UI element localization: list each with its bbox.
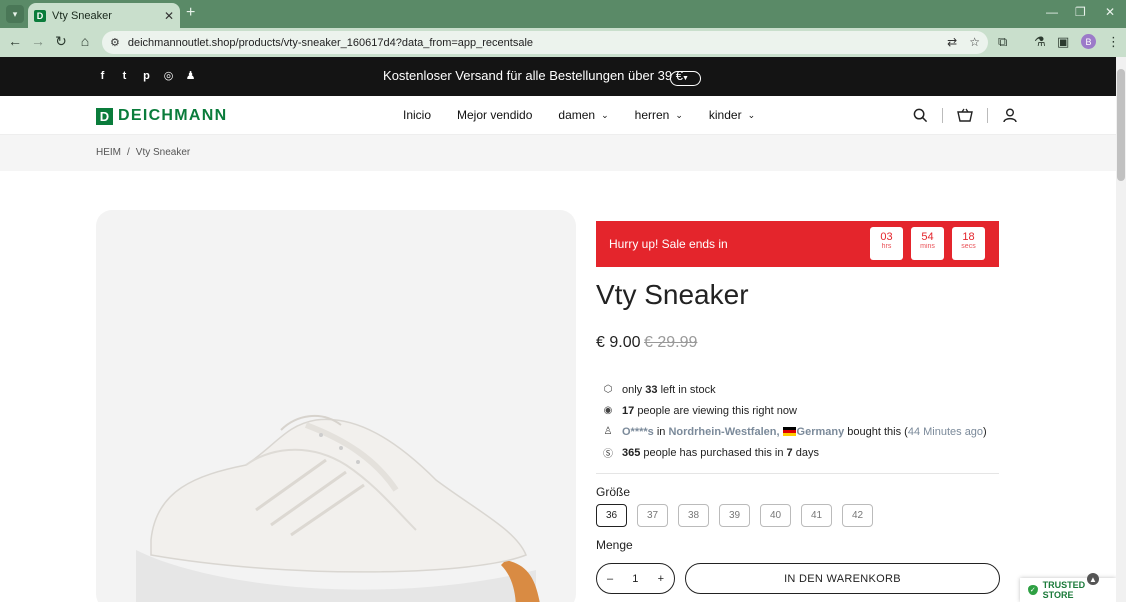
size-selector: 36 37 38 39 40 41 42: [596, 504, 873, 527]
breadcrumb-separator: /: [127, 147, 130, 158]
browser-tabbar: ▾ D Vty Sneaker ✕ + — ❐ ✕: [0, 0, 1126, 28]
trusted-store-label: TRUSTED STORE: [1042, 580, 1086, 600]
viewers-row: ◉ 17 people are viewing this right now: [603, 404, 797, 417]
currency-dropdown[interactable]: ▼: [670, 71, 701, 86]
back-icon[interactable]: ←: [6, 33, 24, 49]
eye-icon: ◉: [603, 405, 613, 416]
tab-search-chevron-icon[interactable]: ▾: [6, 5, 24, 23]
add-to-cart-button[interactable]: IN DEN WARENKORB: [685, 563, 1000, 594]
bookmark-star-icon[interactable]: ☆: [969, 35, 980, 49]
close-window-icon[interactable]: ✕: [1105, 5, 1115, 19]
germany-flag-icon: [782, 427, 796, 436]
product-old-price: € 29.99: [644, 334, 698, 351]
nav-item-inicio[interactable]: Inicio: [403, 108, 431, 122]
countdown-secs: 18 secs: [952, 227, 985, 260]
nav-item-kinder[interactable]: kinder ⌄: [709, 108, 755, 122]
shield-check-icon: ✓: [1028, 585, 1038, 595]
countdown-mins: 54 mins: [911, 227, 944, 260]
user-icon: ♙: [603, 426, 613, 437]
product-price: € 9.00: [596, 334, 641, 351]
profile-avatar[interactable]: B: [1081, 34, 1096, 49]
translate-icon[interactable]: ⇄: [947, 35, 957, 49]
restore-icon[interactable]: ❐: [1075, 5, 1086, 19]
divider: [596, 473, 999, 474]
chevron-down-icon: ⌄: [675, 109, 683, 120]
countdown-hours: 03 hrs: [870, 227, 903, 260]
main-nav: Inicio Mejor vendido damen ⌄ herren ⌄ kind…: [403, 108, 755, 122]
page-scrollbar[interactable]: [1116, 57, 1126, 602]
favicon-icon: D: [34, 9, 46, 22]
site-info-icon[interactable]: ⚙: [110, 36, 120, 49]
size-option[interactable]: 39: [719, 504, 750, 527]
stock-row: ⬡ only 33 left in stock: [603, 383, 716, 396]
logo-text: DEICHMANN: [118, 107, 228, 124]
sneaker-image: [136, 414, 540, 602]
quantity-input[interactable]: 1: [632, 573, 638, 585]
promo-text: Kostenloser Versand für alle Bestellunge…: [383, 68, 683, 83]
quantity-stepper: – 1 +: [596, 563, 675, 594]
size-option[interactable]: 38: [678, 504, 709, 527]
size-option[interactable]: 40: [760, 504, 791, 527]
header-actions: [911, 106, 1019, 124]
recent-sale-row: ♙ O****s in Nordrhein-Westfalen, Germany …: [603, 425, 987, 438]
countdown-label: Hurry up! Sale ends in: [609, 237, 728, 251]
cart-icon[interactable]: [956, 106, 974, 124]
new-tab-icon[interactable]: +: [186, 4, 195, 22]
tab-title: Vty Sneaker: [52, 9, 112, 22]
logo-mark: D: [96, 107, 113, 125]
address-bar[interactable]: ⚙ deichmannoutlet.shop/products/vty-snea…: [102, 31, 988, 54]
promo-bar: f t p ◎ ♟ Kostenloser Versand für alle B…: [0, 57, 1116, 96]
sidebar-icon[interactable]: ▣: [1057, 34, 1069, 50]
scroll-to-top-icon[interactable]: ▲: [1087, 573, 1099, 585]
lab-icon[interactable]: ⚗: [1034, 34, 1046, 50]
size-option[interactable]: 36: [596, 504, 627, 527]
quantity-decrease-button[interactable]: –: [607, 573, 613, 585]
sale-countdown: Hurry up! Sale ends in 03 hrs 54 mins 18…: [596, 221, 999, 267]
breadcrumb-home[interactable]: HEIM: [96, 147, 121, 158]
product-title: Vty Sneaker: [596, 279, 749, 310]
forward-icon[interactable]: →: [29, 33, 47, 49]
site-header: D DEICHMANN Inicio Mejor vendido damen ⌄ …: [0, 96, 1116, 135]
trusted-store-badge[interactable]: ✓ TRUSTED STORE: [1020, 578, 1116, 602]
breadcrumb-current: Vty Sneaker: [135, 147, 191, 158]
nav-item-damen[interactable]: damen ⌄: [558, 108, 608, 122]
size-label: Größe: [596, 485, 631, 499]
logo[interactable]: D DEICHMANN: [96, 107, 227, 125]
size-option[interactable]: 41: [801, 504, 832, 527]
scrollbar-thumb[interactable]: [1117, 69, 1125, 181]
size-option[interactable]: 37: [637, 504, 668, 527]
extensions-icon[interactable]: ⧉: [998, 34, 1007, 50]
page-content: f t p ◎ ♟ Kostenloser Versand für alle B…: [0, 57, 1116, 602]
home-icon[interactable]: ⌂: [76, 33, 94, 49]
quantity-increase-button[interactable]: +: [658, 573, 664, 585]
account-icon[interactable]: [1001, 106, 1019, 124]
chevron-down-icon: ⌄: [601, 109, 609, 120]
browser-toolbar: ← → ↻ ⌂ ⚙ deichmannoutlet.shop/products/…: [0, 28, 1126, 57]
url-text[interactable]: deichmannoutlet.shop/products/vty-sneake…: [128, 37, 533, 49]
quantity-label: Menge: [596, 538, 633, 552]
minimize-icon[interactable]: —: [1046, 5, 1058, 19]
breadcrumb: HEIM / Vty Sneaker: [0, 135, 1116, 171]
browser-tab[interactable]: D Vty Sneaker ✕: [28, 3, 180, 28]
search-icon[interactable]: [911, 106, 929, 124]
menu-kebab-icon[interactable]: ⋮: [1107, 34, 1120, 50]
nav-item-herren[interactable]: herren ⌄: [635, 108, 683, 122]
chevron-down-icon: ⌄: [747, 109, 756, 120]
dollar-circle-icon: Ⓢ: [603, 449, 613, 460]
product-image[interactable]: [96, 210, 576, 602]
reload-icon[interactable]: ↻: [52, 33, 70, 50]
purchased-row: Ⓢ 365 people has purchased this in 7 day…: [603, 446, 819, 461]
size-option[interactable]: 42: [842, 504, 873, 527]
tab-close-icon[interactable]: ✕: [164, 9, 174, 23]
divider: [987, 107, 988, 123]
nav-item-mejor-vendido[interactable]: Mejor vendido: [457, 108, 532, 122]
divider: [942, 107, 943, 123]
box-icon: ⬡: [603, 384, 613, 395]
product-info-list: ⬡ only 33 left in stock ◉ 17 people are …: [602, 379, 987, 463]
